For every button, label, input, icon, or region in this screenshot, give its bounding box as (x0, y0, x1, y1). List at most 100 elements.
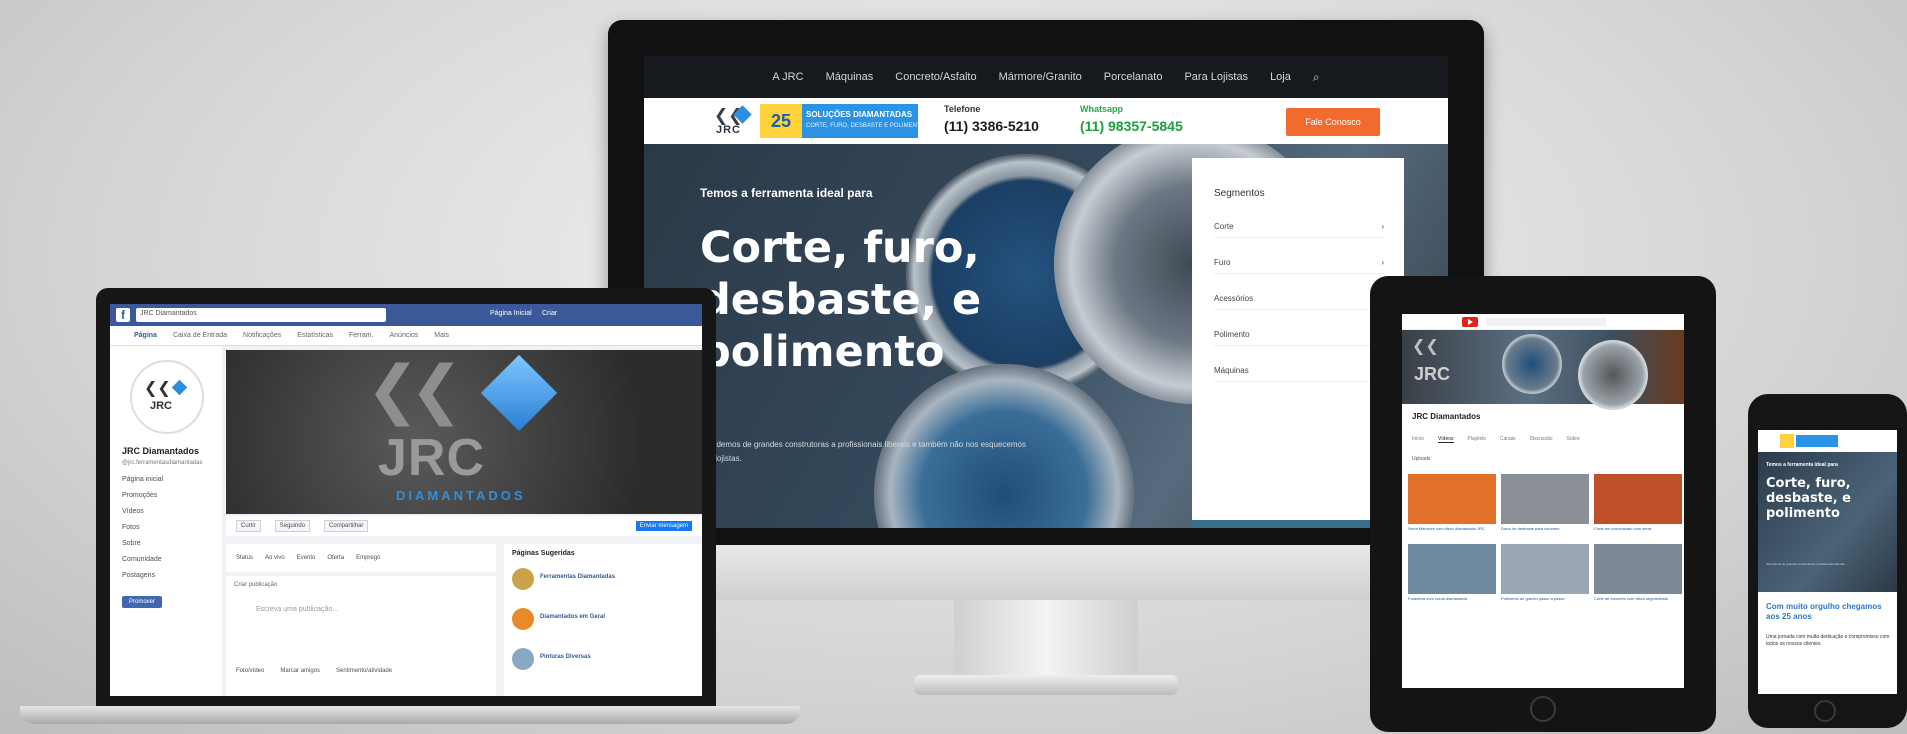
tab-ads[interactable]: Anúncios (389, 332, 418, 339)
tablet: ❮❮ JRC JRC Diamantados Início Vídeos Pla… (1370, 276, 1716, 732)
share-button[interactable]: Compartilhar (324, 520, 369, 532)
post-type-bar: Status Ao vivo Evento Oferta Emprego (226, 544, 496, 572)
nav-item-loja[interactable]: Loja (1270, 71, 1291, 83)
video-thumbnail[interactable] (1408, 474, 1496, 524)
follow-button[interactable]: Seguindo (274, 520, 311, 532)
phone-screen: Temos a ferramenta ideal para Corte, fur… (1758, 430, 1897, 694)
page-actions: Curtir Seguindo Compartilhar Enviar mens… (226, 516, 702, 536)
home-button[interactable] (1530, 696, 1556, 722)
chevron-right-icon: › (1381, 258, 1384, 267)
nav-item-porcelanato[interactable]: Porcelanato (1104, 71, 1163, 83)
segment-item[interactable]: Acessórios (1214, 294, 1384, 310)
video-card[interactable]: Polimento de granito passo a passo (1501, 544, 1589, 608)
site-nav: A JRC Máquinas Concreto/Asfalto Mármore/… (644, 56, 1448, 98)
avatar[interactable] (512, 648, 534, 670)
hero-section: Temos a ferramenta ideal para Corte, fur… (644, 144, 1448, 528)
video-grid: Serra Mármore com disco diamantado JRC D… (1408, 474, 1684, 608)
solutions-badge: 25 SOLUÇÕES DIAMANTADAS CORTE, FURO, DES… (760, 104, 925, 138)
tag-friends-button[interactable]: Marcar amigos (280, 668, 320, 674)
like-button[interactable]: Curtir (236, 520, 261, 532)
jrc-logo[interactable]: ❮❮ JRC (714, 104, 754, 138)
youtube-logo-icon[interactable] (1462, 317, 1478, 327)
hero-headline: Corte, furo, desbaste, e polimento (700, 223, 982, 377)
message-button[interactable]: Enviar mensagem (635, 521, 692, 531)
sidebar-item-photos[interactable]: Fotos (122, 524, 140, 531)
segments-heading: Segmentos (1214, 188, 1265, 199)
chevron-right-icon: › (1381, 222, 1384, 231)
facebook-icon[interactable]: f (116, 308, 130, 322)
promote-button[interactable]: Promover (122, 596, 162, 608)
video-card[interactable]: Furadeira com coroa diamantada (1408, 544, 1496, 608)
site-header (1758, 430, 1897, 452)
tab-inbox[interactable]: Caixa de Entrada (173, 332, 227, 339)
contact-button[interactable]: Fale Conosco (1286, 108, 1380, 136)
tab-notifications[interactable]: Notificações (243, 332, 281, 339)
diamond-logo-icon (171, 379, 188, 396)
video-thumbnail[interactable] (1408, 544, 1496, 594)
photo-video-button[interactable]: Foto/vídeo (236, 668, 264, 674)
nav-item-concreto[interactable]: Concreto/Asfalto (895, 71, 976, 83)
site-header: ❮❮ JRC 25 SOLUÇÕES DIAMANTADAS CORTE, FU… (644, 98, 1448, 144)
sidebar-item-posts[interactable]: Postagens (122, 572, 155, 579)
sidebar-item-videos[interactable]: Vídeos (122, 508, 144, 515)
sidebar-item-home[interactable]: Página inicial (122, 476, 163, 483)
home-button[interactable] (1814, 700, 1836, 722)
diamond-disc-image (1578, 340, 1648, 410)
nav-item-jrc[interactable]: A JRC (772, 71, 803, 83)
video-card[interactable]: Corte em porcelanato com serra (1594, 474, 1682, 538)
badge-icon: 25 (760, 104, 802, 138)
page-sidebar: ❮❮ JRC JRC Diamantados @jrc.ferramentasd… (110, 346, 222, 696)
monitor-foot (914, 675, 1178, 695)
whatsapp-label: Whatsapp (1080, 104, 1124, 114)
sidebar-item-about[interactable]: Sobre (122, 540, 141, 547)
whatsapp-number[interactable]: (11) 98357-5845 (1080, 118, 1183, 134)
video-thumbnail[interactable] (1594, 474, 1682, 524)
feeling-button[interactable]: Sentimento/atividade (336, 668, 392, 674)
nav-item-maquinas[interactable]: Máquinas (826, 71, 874, 83)
video-card[interactable]: Disco de desbaste para concreto (1501, 474, 1589, 538)
video-card[interactable]: Corte de concreto com disco segmentado (1594, 544, 1682, 608)
segment-item[interactable]: Polimento (1214, 330, 1384, 346)
tab-more[interactable]: Mais (434, 332, 449, 339)
tablet-screen: ❮❮ JRC JRC Diamantados Início Vídeos Pla… (1402, 314, 1684, 688)
tab-page[interactable]: Página (134, 332, 157, 339)
phone-number[interactable]: (11) 3386-5210 (944, 118, 1039, 134)
badge-icon (1780, 434, 1794, 448)
sidebar-item-community[interactable]: Comunidade (122, 556, 162, 563)
sidebar-item-offers[interactable]: Promoções (122, 492, 157, 499)
tab-tools[interactable]: Ferram. (349, 332, 374, 339)
solutions-badge (1796, 435, 1838, 447)
anniversary-card: Com muito orgulho chegamos aos 25 anos U… (1758, 592, 1897, 694)
laptop-base (20, 706, 800, 724)
channel-banner: ❮❮ JRC (1402, 330, 1684, 410)
hero-tagline: Temos a ferramenta ideal para (700, 186, 873, 200)
suggested-pages: Páginas Sugeridas Ferramentas Diamantada… (504, 544, 702, 696)
laptop: f JRC Diamantados Página Inicial Criar P… (20, 288, 800, 728)
video-card[interactable]: Serra Mármore com disco diamantado JRC (1408, 474, 1496, 538)
post-input[interactable]: Escreva uma publicação... (256, 606, 338, 613)
phone-label: Telefone (944, 104, 981, 114)
search-icon[interactable]: ⌕ (1313, 70, 1320, 85)
page-name: JRC Diamantados (122, 446, 200, 456)
chevron-logo-icon: ❮❮ (1412, 338, 1439, 355)
nav-item-marmore[interactable]: Mármore/Granito (999, 71, 1082, 83)
avatar[interactable]: ❮❮ JRC (130, 360, 204, 434)
segment-item[interactable]: Furo › (1214, 258, 1384, 274)
segment-item[interactable]: Máquinas (1214, 366, 1384, 382)
avatar[interactable] (512, 568, 534, 590)
video-thumbnail[interactable] (1501, 544, 1589, 594)
hero-headline: Corte, furo, desbaste, e polimento (1766, 476, 1851, 521)
page-handle: @jrc.ferramentasdiamantadas (122, 460, 203, 466)
youtube-topbar (1402, 314, 1684, 330)
tab-insights[interactable]: Estatísticas (297, 332, 333, 339)
phone: Temos a ferramenta ideal para Corte, fur… (1748, 394, 1907, 728)
video-thumbnail[interactable] (1501, 474, 1589, 524)
search-input[interactable]: JRC Diamantados (136, 308, 386, 322)
video-thumbnail[interactable] (1594, 544, 1682, 594)
sort-select[interactable]: Uploads (1412, 456, 1430, 462)
avatar[interactable] (512, 608, 534, 630)
segment-item[interactable]: Corte › (1214, 222, 1384, 238)
diamond-logo-icon (480, 354, 558, 432)
nav-item-lojistas[interactable]: Para Lojistas (1184, 71, 1248, 83)
search-input[interactable] (1486, 318, 1606, 326)
